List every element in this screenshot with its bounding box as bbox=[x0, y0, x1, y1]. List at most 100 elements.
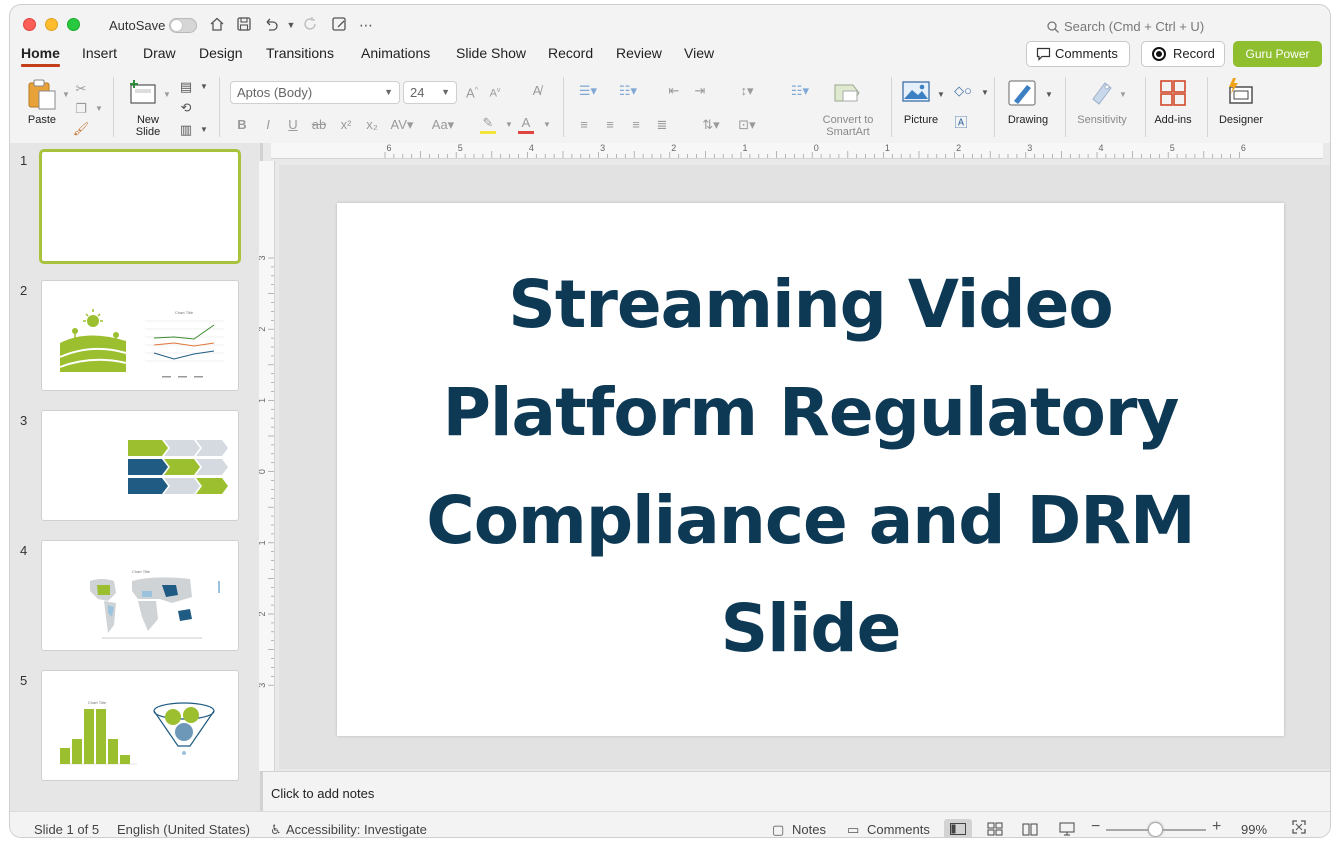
highlight-dropdown-icon[interactable]: ▼ bbox=[500, 117, 518, 133]
tab-view[interactable]: View bbox=[684, 45, 714, 61]
strikethrough-icon[interactable]: ab bbox=[310, 117, 328, 133]
record-button[interactable]: Record bbox=[1141, 41, 1225, 67]
copy-icon[interactable]: ❐ bbox=[72, 101, 90, 117]
superscript-icon[interactable]: x² bbox=[337, 117, 355, 133]
align-right-icon[interactable]: ≡ bbox=[627, 117, 645, 133]
justify-icon[interactable]: ≣ bbox=[653, 117, 671, 133]
numbering-icon[interactable]: ☷▾ bbox=[613, 83, 643, 99]
tab-slide-show[interactable]: Slide Show bbox=[456, 45, 526, 61]
zoom-window-button[interactable] bbox=[67, 18, 80, 31]
decrease-indent-icon[interactable]: ⇤ bbox=[665, 83, 683, 99]
align-left-icon[interactable]: ≡ bbox=[575, 117, 593, 133]
notes-pane[interactable]: Click to add notes bbox=[263, 771, 1330, 811]
clear-formatting-icon[interactable]: A̸ bbox=[528, 83, 546, 99]
zoom-level[interactable]: 99% bbox=[1241, 822, 1267, 837]
accessibility-status[interactable]: ♿ Accessibility: Investigate bbox=[270, 822, 427, 837]
section-icon[interactable]: ▥ bbox=[177, 122, 195, 138]
addins-icon[interactable] bbox=[1158, 79, 1188, 109]
sensitivity-dropdown-icon[interactable]: ▼ bbox=[1114, 87, 1132, 103]
tab-home[interactable]: Home bbox=[21, 45, 60, 67]
shapes-icon[interactable]: ◇○ bbox=[952, 83, 974, 99]
language-status[interactable]: English (United States) bbox=[117, 822, 250, 837]
undo-icon[interactable] bbox=[262, 16, 280, 34]
drawing-icon[interactable] bbox=[1006, 79, 1038, 109]
character-spacing-icon[interactable]: AV▾ bbox=[388, 117, 416, 133]
slide-thumbnail-1[interactable] bbox=[39, 149, 241, 264]
bullets-icon[interactable]: ☰▾ bbox=[573, 83, 603, 99]
picture-icon[interactable] bbox=[900, 79, 932, 107]
subscript-icon[interactable]: x₂ bbox=[363, 117, 381, 133]
increase-indent-icon[interactable]: ⇥ bbox=[691, 83, 709, 99]
new-slide-dropdown-icon[interactable]: ▼ bbox=[158, 87, 176, 103]
guru-power-button[interactable]: Guru Power bbox=[1233, 41, 1322, 67]
slide-title[interactable]: Streaming Video Platform Regulatory Comp… bbox=[397, 251, 1224, 683]
tab-animations[interactable]: Animations bbox=[361, 45, 430, 61]
tab-insert[interactable]: Insert bbox=[82, 45, 117, 61]
font-name-select[interactable]: Aptos (Body) ▼ bbox=[230, 81, 400, 104]
more-options-icon[interactable]: ⋯ bbox=[357, 16, 375, 34]
zoom-slider-handle[interactable] bbox=[1148, 822, 1163, 837]
picture-dropdown-icon[interactable]: ▼ bbox=[932, 87, 950, 103]
fit-to-window-icon[interactable] bbox=[1292, 820, 1306, 837]
tab-review[interactable]: Review bbox=[616, 45, 662, 61]
font-color-icon[interactable]: A bbox=[518, 115, 534, 134]
home-icon[interactable] bbox=[208, 16, 226, 34]
font-size-select[interactable]: 24 ▼ bbox=[403, 81, 457, 104]
sensitivity-icon[interactable] bbox=[1086, 79, 1116, 107]
customize-save-icon[interactable] bbox=[330, 16, 348, 34]
bold-icon[interactable]: B bbox=[233, 117, 251, 133]
slide-thumbnail-5[interactable]: Chart Title bbox=[41, 670, 239, 781]
slide-thumbnail-2[interactable]: Chart Title bbox=[41, 280, 239, 391]
tab-transitions[interactable]: Transitions bbox=[266, 45, 334, 61]
text-direction-icon[interactable]: ⇅▾ bbox=[696, 117, 726, 133]
text-box-icon[interactable]: 🄰 bbox=[952, 115, 970, 131]
shapes-dropdown-icon[interactable]: ▼ bbox=[976, 85, 994, 101]
normal-view-button[interactable] bbox=[944, 819, 972, 837]
columns-icon[interactable]: ☷▾ bbox=[785, 83, 815, 99]
reset-slide-icon[interactable]: ⟲ bbox=[177, 100, 195, 116]
search-box[interactable]: Search (Cmd + Ctrl + U) bbox=[1047, 19, 1204, 34]
change-case-icon[interactable]: Aa▾ bbox=[427, 117, 459, 133]
line-spacing-icon[interactable]: ↕▾ bbox=[732, 83, 762, 99]
undo-dropdown-chevron-icon[interactable]: ▼ bbox=[282, 16, 300, 34]
slide-1[interactable]: Streaming Video Platform Regulatory Comp… bbox=[337, 203, 1284, 736]
cut-icon[interactable]: ✂ bbox=[72, 81, 90, 97]
increase-font-size-icon[interactable]: A^ bbox=[463, 83, 481, 101]
slide-thumbnail-4[interactable]: Chart Title bbox=[41, 540, 239, 651]
format-painter-icon[interactable]: 🖌 bbox=[72, 121, 90, 137]
italic-icon[interactable]: I bbox=[259, 117, 277, 133]
comments-toggle[interactable]: ▭ Comments bbox=[847, 822, 930, 837]
comments-button[interactable]: Comments bbox=[1026, 41, 1130, 67]
layout-icon[interactable]: ▤ bbox=[177, 79, 195, 95]
highlight-icon[interactable]: ✎ bbox=[480, 115, 496, 134]
autosave-toggle[interactable] bbox=[169, 18, 197, 33]
section-dropdown-icon[interactable]: ▼ bbox=[195, 122, 213, 138]
underline-icon[interactable]: U bbox=[284, 117, 302, 133]
paste-icon[interactable] bbox=[24, 77, 60, 111]
new-slide-icon[interactable] bbox=[128, 79, 158, 107]
notes-toggle[interactable]: ▢ Notes bbox=[772, 822, 826, 837]
decrease-font-size-icon[interactable]: Av bbox=[486, 83, 504, 102]
close-window-button[interactable] bbox=[23, 18, 36, 31]
reading-view-button[interactable] bbox=[1016, 819, 1044, 837]
smartart-icon[interactable] bbox=[828, 81, 868, 107]
copy-dropdown-icon[interactable]: ▼ bbox=[90, 101, 108, 117]
zoom-in-icon[interactable]: + bbox=[1212, 818, 1221, 836]
layout-dropdown-icon[interactable]: ▼ bbox=[195, 79, 213, 95]
tab-record[interactable]: Record bbox=[548, 45, 593, 61]
tab-design[interactable]: Design bbox=[199, 45, 243, 61]
align-text-icon[interactable]: ⊡▾ bbox=[732, 117, 762, 133]
slide-thumbnail-3[interactable] bbox=[41, 410, 239, 521]
zoom-out-icon[interactable]: − bbox=[1091, 818, 1100, 836]
slideshow-view-button[interactable] bbox=[1053, 819, 1081, 837]
drawing-dropdown-icon[interactable]: ▼ bbox=[1040, 87, 1058, 103]
redo-icon[interactable] bbox=[302, 16, 320, 34]
save-icon[interactable] bbox=[235, 16, 253, 34]
tab-draw[interactable]: Draw bbox=[143, 45, 176, 61]
ruler-label: 1 bbox=[259, 540, 267, 545]
minimize-window-button[interactable] bbox=[45, 18, 58, 31]
designer-icon[interactable] bbox=[1224, 77, 1256, 109]
font-color-dropdown-icon[interactable]: ▼ bbox=[538, 117, 556, 133]
slide-sorter-button[interactable] bbox=[981, 819, 1009, 837]
align-center-icon[interactable]: ≡ bbox=[601, 117, 619, 133]
